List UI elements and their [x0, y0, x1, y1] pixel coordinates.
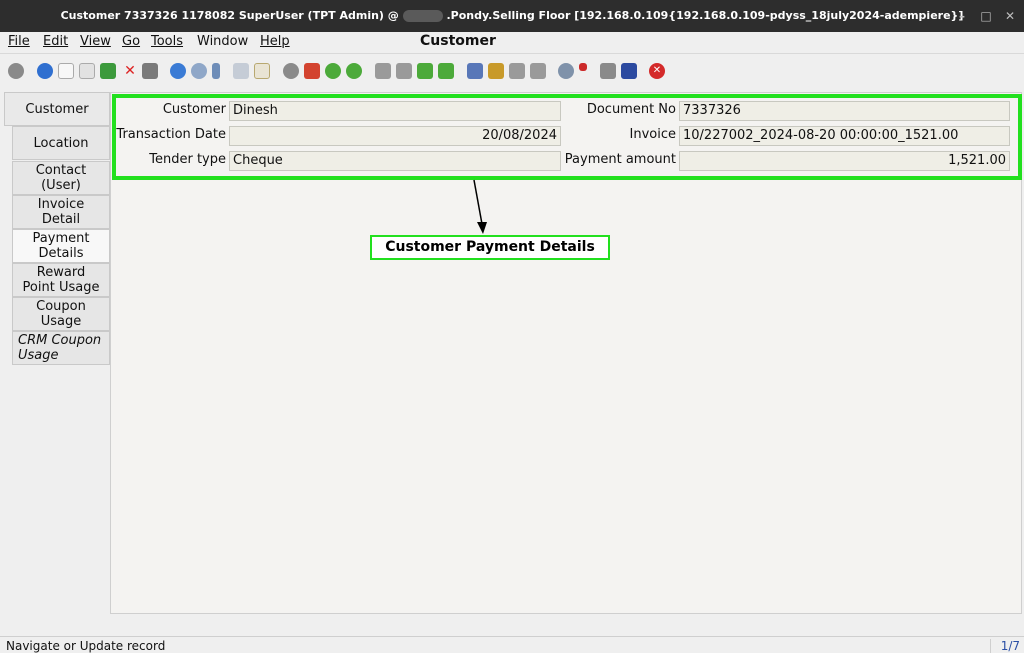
tab-reward-point-usage[interactable]: Reward Point Usage — [12, 263, 110, 297]
minimize-icon[interactable]: – — [954, 8, 970, 24]
menu-bar: File Edit View Go Tools Window Help Cust… — [0, 32, 1024, 54]
history-icon[interactable] — [283, 63, 299, 79]
refresh-icon[interactable] — [170, 63, 186, 79]
parent-icon[interactable] — [325, 63, 341, 79]
menu-go[interactable]: Go — [122, 34, 140, 49]
close-window-icon[interactable]: ✕ — [1002, 8, 1018, 24]
copy-record-icon[interactable] — [79, 63, 95, 79]
find-icon[interactable] — [191, 63, 207, 79]
new-record-icon[interactable] — [58, 63, 74, 79]
menu-view[interactable]: View — [80, 34, 111, 49]
record-counter[interactable]: 1/7 — [989, 639, 1020, 653]
menu-help[interactable]: Help — [260, 34, 290, 49]
select-all-icon[interactable] — [142, 63, 158, 79]
menu-file[interactable]: File — [8, 34, 30, 49]
redacted-host — [402, 10, 443, 22]
print-preview-icon[interactable] — [509, 63, 525, 79]
request-icon[interactable] — [600, 63, 616, 79]
first-record-icon[interactable] — [375, 63, 391, 79]
status-bar: Navigate or Update record 1/7 — [0, 636, 1024, 653]
tab-customer[interactable]: Customer — [4, 92, 110, 126]
annotation-arrow — [473, 179, 487, 234]
product-info-icon[interactable] — [621, 63, 637, 79]
tab-invoice-detail[interactable]: Invoice Detail — [12, 195, 110, 229]
home-icon[interactable] — [304, 63, 320, 79]
workflow-icon[interactable] — [579, 63, 587, 71]
window-heading: Customer — [420, 33, 496, 49]
delete-icon[interactable]: ✕ — [122, 63, 138, 79]
tab-payment-details[interactable]: Payment Details — [12, 229, 110, 263]
annotation-label: Customer Payment Details — [370, 235, 610, 260]
detail-icon[interactable] — [346, 63, 362, 79]
window-title-left: Customer 7337326 1178082 SuperUser (TPT … — [60, 9, 399, 22]
maximize-icon[interactable]: □ — [978, 8, 994, 24]
print-icon[interactable] — [530, 63, 546, 79]
report-icon[interactable] — [467, 63, 483, 79]
archive-icon[interactable] — [488, 63, 504, 79]
last-record-icon[interactable] — [438, 63, 454, 79]
window-title: Customer 7337326 1178082 SuperUser (TPT … — [0, 9, 1024, 22]
attachment-icon[interactable] — [212, 63, 220, 79]
toolbar: ✕ ✕ — [0, 57, 1024, 85]
window-titlebar: Customer 7337326 1178082 SuperUser (TPT … — [0, 0, 1024, 32]
tab-contact-user[interactable]: Contact (User) — [12, 161, 110, 195]
previous-record-icon[interactable] — [396, 63, 412, 79]
chat-icon[interactable] — [233, 63, 249, 79]
exit-icon[interactable]: ✕ — [649, 63, 665, 79]
menu-edit[interactable]: Edit — [43, 34, 68, 49]
help-icon[interactable] — [37, 63, 53, 79]
tab-location[interactable]: Location — [12, 126, 110, 160]
window-title-right: .Pondy.Selling Floor [192.168.0.109{192.… — [446, 9, 964, 22]
zoom-across-icon[interactable] — [558, 63, 574, 79]
menu-window[interactable]: Window — [197, 34, 248, 49]
tab-crm-coupon-usage[interactable]: CRM Coupon Usage — [12, 331, 110, 365]
grid-toggle-icon[interactable] — [254, 63, 270, 79]
undo-icon[interactable] — [8, 63, 24, 79]
menu-tools[interactable]: Tools — [151, 34, 183, 49]
save-icon[interactable] — [100, 63, 116, 79]
status-message: Navigate or Update record — [6, 639, 166, 653]
tab-coupon-usage[interactable]: Coupon Usage — [12, 297, 110, 331]
highlight-box — [112, 94, 1022, 180]
next-record-icon[interactable] — [417, 63, 433, 79]
